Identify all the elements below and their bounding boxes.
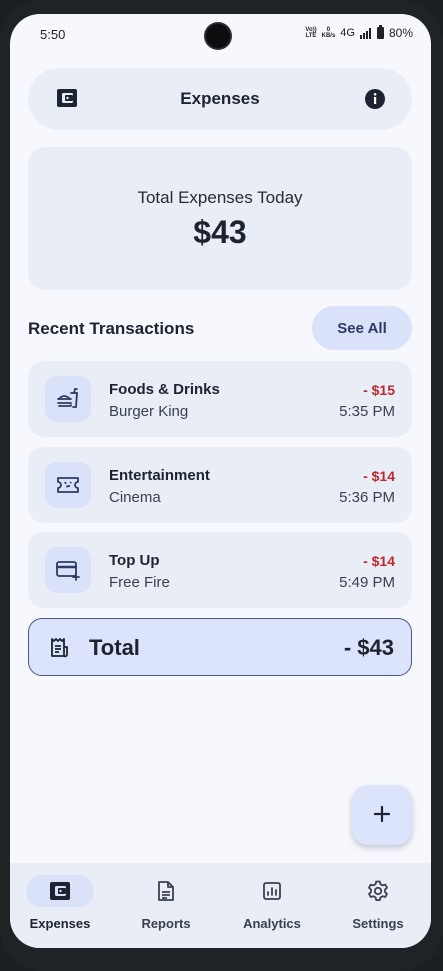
transaction-amount: - $14 [363, 468, 395, 484]
transaction-merchant: Cinema [109, 489, 161, 506]
nav-label: Settings [352, 916, 404, 931]
receipt-icon [49, 637, 69, 664]
wallet-icon [26, 875, 94, 907]
status-icons: Vo)) LTE 0 KB/s 4G 80% [305, 25, 413, 40]
nav-label: Reports [141, 916, 191, 931]
data-speed: 0 KB/s [322, 27, 336, 39]
battery-icon [376, 25, 384, 39]
transaction-time: 5:36 PM [339, 489, 395, 506]
battery-level: 80% [388, 26, 413, 40]
transaction-merchant: Burger King [109, 403, 189, 420]
gear-icon [344, 875, 412, 907]
transaction-category: Foods & Drinks [109, 381, 220, 398]
ticket-icon [45, 462, 91, 508]
add-expense-button[interactable] [352, 785, 412, 845]
total-label: Total [89, 635, 140, 660]
transaction-row[interactable]: Top Up Free Fire - $14 5:49 PM [28, 532, 412, 608]
bottom-navigation: Expenses Reports Analytics Settings [10, 863, 431, 948]
transaction-time: 5:49 PM [339, 574, 395, 591]
transaction-row[interactable]: Entertainment Cinema - $14 5:36 PM [28, 447, 412, 523]
transaction-category: Top Up [109, 552, 160, 569]
total-value: - $43 [343, 635, 394, 660]
app-screen: 5:50 Vo)) LTE 0 KB/s 4G 80% Expenses Tot… [10, 14, 431, 948]
transaction-amount: - $14 [363, 553, 395, 569]
signal-icon [359, 27, 371, 39]
plus-icon [373, 805, 391, 826]
transaction-amount: - $15 [363, 382, 395, 398]
page-title: Expenses [180, 89, 260, 108]
status-time: 5:50 [40, 27, 66, 42]
nav-item-analytics[interactable]: Analytics [222, 875, 322, 931]
nav-label: Analytics [243, 916, 301, 931]
chart-icon [238, 875, 306, 907]
summary-label: Total Expenses Today [137, 188, 303, 207]
see-all-button[interactable]: See All [312, 306, 412, 350]
total-card: Total - $43 [28, 618, 412, 676]
volte-indicator: Vo)) LTE [305, 27, 316, 39]
transaction-category: Entertainment [109, 467, 210, 484]
food-icon [45, 376, 91, 422]
speed-unit: KB/s [321, 33, 336, 39]
nav-item-reports[interactable]: Reports [116, 875, 216, 931]
info-icon[interactable] [364, 88, 386, 115]
section-title: Recent Transactions [28, 319, 195, 338]
network-type: 4G [340, 27, 355, 39]
app-header: Expenses [28, 68, 412, 130]
today-summary-card: Total Expenses Today $43 [28, 147, 412, 290]
front-camera [206, 24, 230, 48]
phone-frame: 5:50 Vo)) LTE 0 KB/s 4G 80% Expenses Tot… [0, 0, 443, 971]
document-icon [132, 875, 200, 907]
card-add-icon [45, 547, 91, 593]
nav-label: Expenses [29, 916, 91, 931]
status-bar: 5:50 Vo)) LTE 0 KB/s 4G 80% [10, 14, 431, 54]
nav-item-settings[interactable]: Settings [328, 875, 428, 931]
nav-item-expenses[interactable]: Expenses [10, 875, 110, 931]
transaction-row[interactable]: Foods & Drinks Burger King - $15 5:35 PM [28, 361, 412, 437]
transaction-time: 5:35 PM [339, 403, 395, 420]
volte-bottom: LTE [305, 33, 317, 39]
transaction-merchant: Free Fire [109, 574, 170, 591]
summary-amount: $43 [193, 214, 247, 250]
